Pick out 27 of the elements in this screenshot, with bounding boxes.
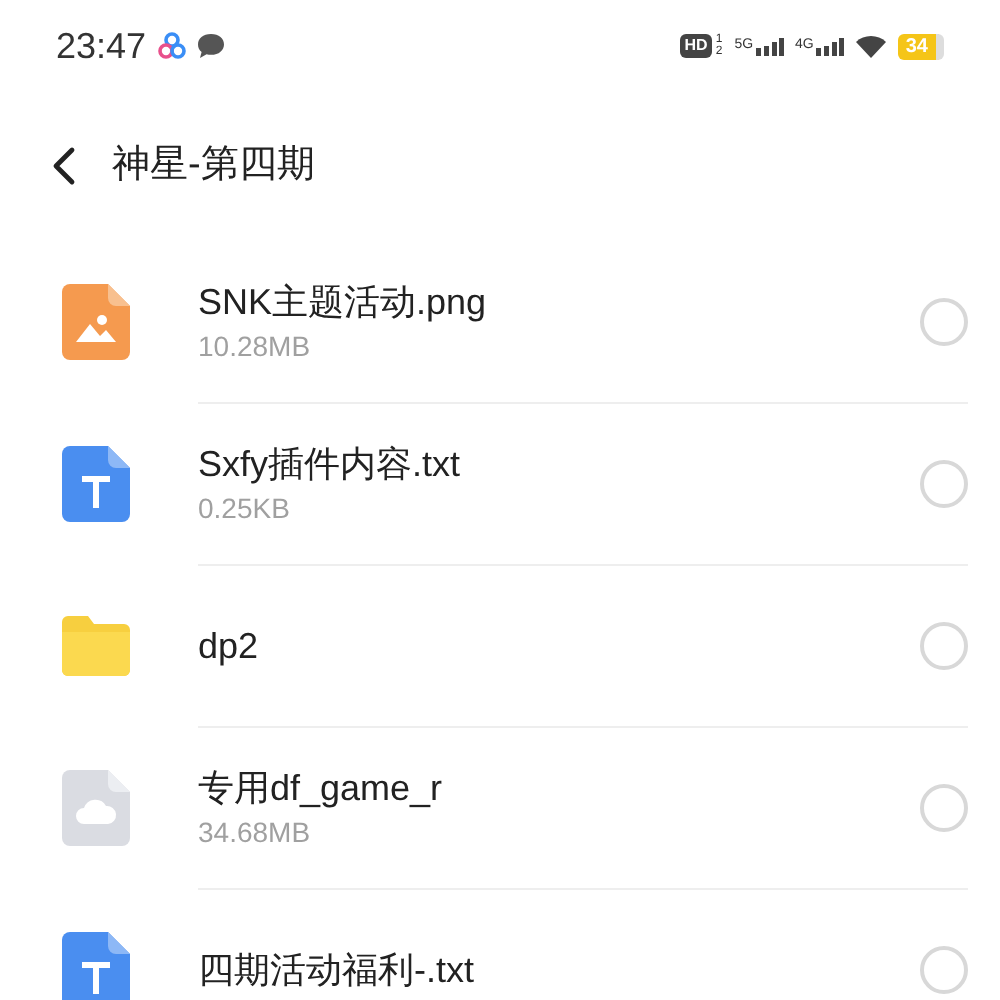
image-file-icon: [62, 283, 130, 359]
battery-level: 34: [897, 33, 944, 59]
folder-icon: [62, 615, 130, 675]
app-notification-icon: [158, 32, 187, 60]
hd-badge: HD: [680, 34, 712, 58]
select-radio[interactable]: [920, 460, 968, 508]
select-radio[interactable]: [920, 946, 968, 994]
wifi-icon: [855, 35, 886, 57]
select-radio[interactable]: [920, 297, 968, 345]
file-name[interactable]: 专用df_game_r: [198, 764, 920, 812]
cloud-file-icon: [62, 769, 130, 845]
folder-title: 神星-第四期: [112, 141, 315, 190]
signal-icon: [755, 37, 784, 55]
text-file-icon: [62, 445, 130, 521]
back-icon[interactable]: [52, 146, 76, 186]
signal-icon: [815, 37, 844, 55]
file-size: 10.28MB: [198, 327, 313, 365]
file-name[interactable]: Sxfy插件内容.txt: [198, 440, 920, 488]
file-name[interactable]: dp2: [198, 622, 920, 670]
chat-bubble-icon: [196, 32, 227, 60]
select-radio[interactable]: [920, 784, 968, 832]
file-size: 34.68MB: [198, 814, 313, 852]
file-size: 0.25KB: [198, 490, 292, 528]
file-name[interactable]: 四期活动福利-.txt: [198, 946, 920, 994]
clock-time: 23:47: [56, 23, 147, 69]
file-name[interactable]: SNK主题活动.png: [198, 277, 920, 325]
select-radio[interactable]: [920, 622, 968, 670]
